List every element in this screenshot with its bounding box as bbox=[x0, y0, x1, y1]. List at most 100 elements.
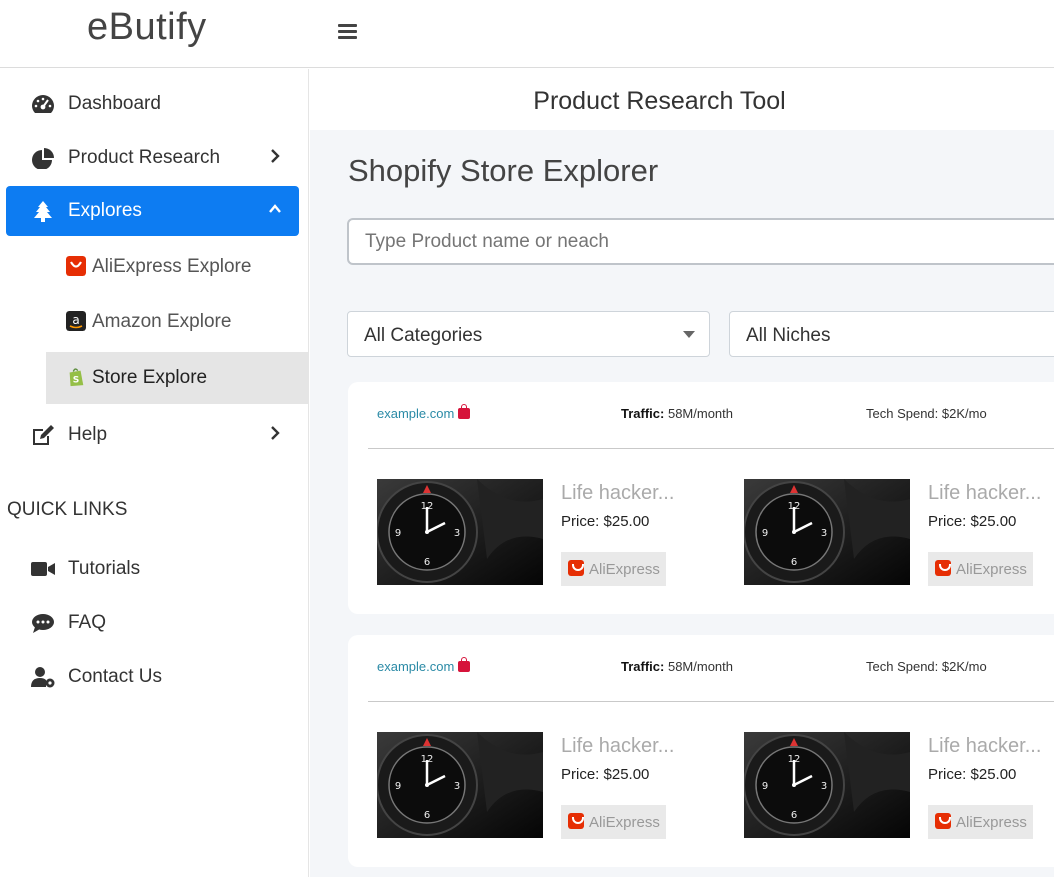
store-link[interactable]: example.com bbox=[377, 404, 471, 421]
source-label: AliExpress bbox=[589, 561, 660, 578]
product-item: 12 3 6 9 Life hacker... Price: $25.00 Al… bbox=[377, 479, 677, 589]
store-domain: example.com bbox=[377, 406, 455, 421]
quick-link-contact-us[interactable]: Contact Us bbox=[6, 652, 299, 702]
product-name[interactable]: Life hacker... bbox=[561, 735, 674, 758]
sub-item-label: Store Explore bbox=[92, 367, 208, 388]
svg-text:9: 9 bbox=[762, 781, 768, 792]
sidebar-item-dashboard[interactable]: Dashboard bbox=[6, 79, 299, 129]
product-name[interactable]: Life hacker... bbox=[928, 735, 1041, 758]
quick-link-faq[interactable]: FAQ bbox=[6, 598, 299, 648]
product-item: 12 3 6 9 Life hacker... Price: $25.00 Al… bbox=[377, 732, 677, 842]
product-image[interactable]: 12 3 6 9 bbox=[744, 732, 910, 838]
product-name[interactable]: Life hacker... bbox=[561, 482, 674, 505]
aliexpress-icon bbox=[66, 256, 86, 276]
store-card-header: example.com Traffic: 58M/month Tech Spen… bbox=[348, 382, 1054, 448]
svg-text:a: a bbox=[72, 313, 79, 327]
watch-image: 12 3 6 9 bbox=[377, 479, 543, 585]
svg-text:6: 6 bbox=[791, 810, 797, 821]
product-price: Price: $25.00 bbox=[561, 513, 650, 530]
svg-text:3: 3 bbox=[454, 781, 460, 792]
page-title: Product Research Tool bbox=[310, 69, 1054, 130]
search-input[interactable] bbox=[347, 218, 1054, 265]
product-item: 12 3 6 9 Life hacker... Price: $25.00 Al… bbox=[744, 479, 1044, 589]
store-traffic: Traffic: 58M/month bbox=[621, 406, 733, 421]
quick-link-label: FAQ bbox=[68, 612, 107, 633]
product-image[interactable]: 12 3 6 9 bbox=[744, 479, 910, 585]
store-card: example.com Traffic: 58M/month Tech Spen… bbox=[348, 635, 1054, 867]
store-domain: example.com bbox=[377, 659, 455, 674]
video-icon bbox=[31, 562, 55, 576]
sidebar-item-label: Dashboard bbox=[68, 93, 161, 114]
sidebar-item-label: Explores bbox=[68, 200, 142, 221]
shopify-icon: S bbox=[69, 368, 84, 387]
main-content: Product Research Tool Shopify Store Expl… bbox=[310, 69, 1054, 877]
product-image[interactable]: 12 3 6 9 bbox=[377, 479, 543, 585]
divider bbox=[368, 701, 1054, 702]
aliexpress-icon bbox=[568, 813, 584, 829]
store-traffic: Traffic: 58M/month bbox=[621, 659, 733, 674]
aliexpress-source-button[interactable]: AliExpress bbox=[928, 552, 1033, 586]
watch-image: 12 3 6 9 bbox=[744, 479, 910, 585]
hamburger-menu-icon[interactable] bbox=[338, 24, 357, 40]
svg-text:9: 9 bbox=[762, 528, 768, 539]
sidebar-item-label: Help bbox=[68, 424, 108, 445]
svg-text:6: 6 bbox=[791, 557, 797, 568]
store-link[interactable]: example.com bbox=[377, 657, 471, 674]
edit-icon bbox=[33, 425, 54, 445]
aliexpress-source-button[interactable]: AliExpress bbox=[928, 805, 1033, 839]
svg-text:3: 3 bbox=[821, 528, 827, 539]
tree-icon bbox=[34, 201, 52, 222]
chevron-right-icon bbox=[271, 149, 280, 163]
svg-text:6: 6 bbox=[424, 810, 430, 821]
dashboard-gauge-icon bbox=[32, 95, 54, 113]
aliexpress-icon bbox=[568, 560, 584, 576]
sub-item-label: AliExpress Explore bbox=[92, 256, 252, 277]
sub-item-amazon-explore[interactable]: a Amazon Explore bbox=[46, 296, 309, 348]
chevron-down-icon bbox=[683, 331, 695, 338]
store-card-header: example.com Traffic: 58M/month Tech Spen… bbox=[348, 635, 1054, 701]
source-label: AliExpress bbox=[956, 814, 1027, 831]
source-label: AliExpress bbox=[589, 814, 660, 831]
product-price: Price: $25.00 bbox=[561, 766, 650, 783]
svg-text:6: 6 bbox=[424, 557, 430, 568]
app-logo[interactable]: eButify bbox=[87, 6, 207, 49]
top-bar: eButify bbox=[0, 0, 1054, 68]
sub-item-store-explore[interactable]: S Store Explore bbox=[46, 352, 309, 404]
watch-image: 12 3 6 9 bbox=[377, 732, 543, 838]
pie-chart-icon bbox=[32, 148, 54, 169]
product-price: Price: $25.00 bbox=[928, 766, 1017, 783]
sidebar-item-product-research[interactable]: Product Research bbox=[6, 133, 299, 183]
comments-icon bbox=[32, 614, 54, 633]
sidebar: Dashboard Product Research Explores AliE… bbox=[0, 69, 309, 877]
sidebar-item-help[interactable]: Help bbox=[6, 410, 299, 460]
category-select-value: All Categories bbox=[364, 325, 483, 346]
product-item: 12 3 6 9 Life hacker... Price: $25.00 Al… bbox=[744, 732, 1044, 842]
niche-select[interactable]: All Niches bbox=[729, 311, 1054, 357]
chevron-up-icon bbox=[269, 204, 281, 213]
svg-text:9: 9 bbox=[395, 781, 401, 792]
aliexpress-source-button[interactable]: AliExpress bbox=[561, 805, 666, 839]
quick-link-label: Contact Us bbox=[68, 666, 162, 687]
svg-text:S: S bbox=[73, 375, 80, 385]
shopping-bag-icon bbox=[458, 657, 471, 672]
source-label: AliExpress bbox=[956, 561, 1027, 578]
svg-text:3: 3 bbox=[821, 781, 827, 792]
aliexpress-icon bbox=[935, 560, 951, 576]
product-price: Price: $25.00 bbox=[928, 513, 1017, 530]
sub-item-aliexpress-explore[interactable]: AliExpress Explore bbox=[46, 241, 309, 293]
niche-select-value: All Niches bbox=[746, 325, 831, 346]
category-select[interactable]: All Categories bbox=[347, 311, 710, 357]
product-name[interactable]: Life hacker... bbox=[928, 482, 1041, 505]
product-image[interactable]: 12 3 6 9 bbox=[377, 732, 543, 838]
store-card: example.com Traffic: 58M/month Tech Spen… bbox=[348, 382, 1054, 614]
aliexpress-icon bbox=[935, 813, 951, 829]
shopping-bag-icon bbox=[458, 404, 471, 419]
store-tech-spend: Tech Spend: $2K/mo bbox=[866, 406, 987, 421]
svg-text:3: 3 bbox=[454, 528, 460, 539]
sidebar-item-explores[interactable]: Explores bbox=[6, 186, 299, 236]
svg-text:9: 9 bbox=[395, 528, 401, 539]
aliexpress-source-button[interactable]: AliExpress bbox=[561, 552, 666, 586]
quick-link-label: Tutorials bbox=[68, 558, 141, 579]
chevron-right-icon bbox=[271, 426, 280, 440]
quick-link-tutorials[interactable]: Tutorials bbox=[6, 544, 299, 594]
